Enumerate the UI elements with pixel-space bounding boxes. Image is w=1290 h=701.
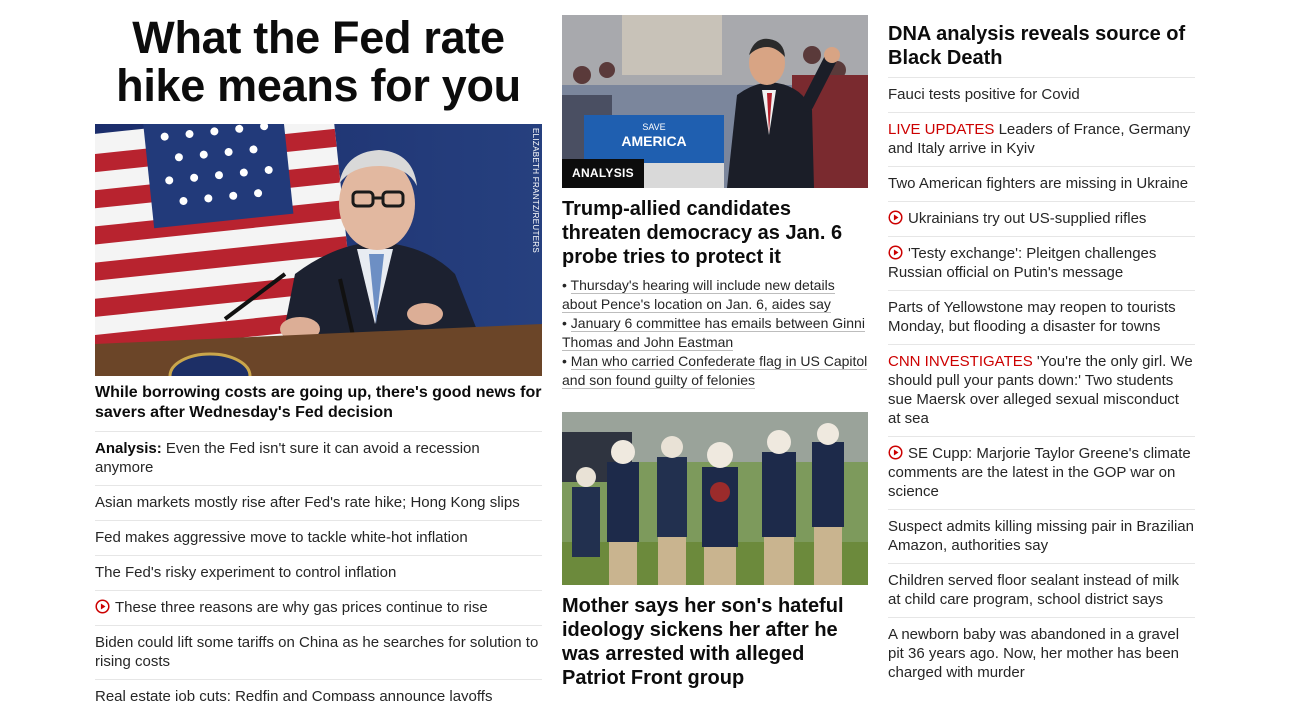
video-play-icon bbox=[888, 245, 903, 260]
hero-caption-link[interactable]: While borrowing costs are going up, ther… bbox=[95, 383, 542, 431]
list-item[interactable]: Suspect admits killing missing pair in B… bbox=[888, 509, 1195, 563]
analysis-prefix: Analysis: bbox=[95, 440, 162, 457]
list-item[interactable]: LIVE UPDATES Leaders of France, Germany … bbox=[888, 112, 1195, 166]
list-item[interactable]: Parts of Yellowstone may reopen to touri… bbox=[888, 290, 1195, 344]
related-bullets: • Thursday's hearing will include new de… bbox=[562, 276, 868, 390]
list-item[interactable]: A newborn baby was abandoned in a gravel… bbox=[888, 617, 1195, 690]
list-item[interactable]: These three reasons are why gas prices c… bbox=[95, 590, 542, 625]
list-item-text: A newborn baby was abandoned in a gravel… bbox=[888, 626, 1180, 681]
sign-text-america: AMERICA bbox=[621, 133, 686, 149]
list-item-text: Children served floor sealant instead of… bbox=[888, 572, 1179, 608]
photo-credit: ELIZABETH FRANTZ/REUTERS bbox=[531, 128, 540, 253]
live-updates-label: LIVE UPDATES bbox=[888, 121, 995, 138]
headlines-column: DNA analysis reveals source of Black Dea… bbox=[888, 0, 1195, 690]
list-item[interactable]: Children served floor sealant instead of… bbox=[888, 563, 1195, 617]
bullet-link[interactable]: Man who carried Confederate flag in US C… bbox=[562, 353, 868, 389]
list-item[interactable]: Fauci tests positive for Covid bbox=[888, 77, 1195, 112]
video-play-icon bbox=[95, 599, 110, 614]
list-item-text: These three reasons are why gas prices c… bbox=[115, 599, 488, 616]
sign-text-save: SAVE bbox=[642, 122, 665, 132]
fed-chair-illustration bbox=[95, 124, 542, 376]
top-story-headline[interactable]: What the Fed rate hike means for you bbox=[95, 14, 542, 110]
list-item[interactable]: 'Testy exchange': Pleitgen challenges Ru… bbox=[888, 236, 1195, 290]
list-item-text: Parts of Yellowstone may reopen to touri… bbox=[888, 299, 1176, 335]
top-story-column: What the Fed rate hike means for you ELI… bbox=[95, 0, 542, 701]
patriot-front-arrest-photo[interactable] bbox=[562, 412, 868, 585]
black-death-headline[interactable]: DNA analysis reveals source of Black Dea… bbox=[888, 22, 1195, 77]
arrest-illustration bbox=[562, 412, 868, 585]
list-item[interactable]: CNN INVESTIGATES 'You're the only girl. … bbox=[888, 344, 1195, 436]
bullet-item: • January 6 committee has emails between… bbox=[562, 315, 865, 351]
list-item-text: Fed makes aggressive move to tackle whit… bbox=[95, 529, 468, 546]
list-item[interactable]: Two American fighters are missing in Ukr… bbox=[888, 166, 1195, 201]
list-item[interactable]: Real estate job cuts: Redfin and Compass… bbox=[95, 679, 542, 701]
trump-allies-headline[interactable]: Trump-allied candidates threaten democra… bbox=[562, 197, 868, 269]
patriot-front-headline[interactable]: Mother says her son's hateful ideology s… bbox=[562, 594, 868, 690]
video-play-icon bbox=[888, 210, 903, 225]
list-item[interactable]: Analysis: Even the Fed isn't sure it can… bbox=[95, 431, 542, 485]
list-item-text: SE Cupp: Marjorie Taylor Greene's climat… bbox=[888, 445, 1191, 500]
list-item[interactable]: SE Cupp: Marjorie Taylor Greene's climat… bbox=[888, 436, 1195, 509]
list-item-text: The Fed's risky experiment to control in… bbox=[95, 564, 397, 581]
list-item-text: Fauci tests positive for Covid bbox=[888, 86, 1080, 103]
list-item[interactable]: Fed makes aggressive move to tackle whit… bbox=[95, 520, 542, 555]
list-item-text: Asian markets mostly rise after Fed's ra… bbox=[95, 494, 520, 511]
bullet-item: • Thursday's hearing will include new de… bbox=[562, 277, 835, 313]
list-item-text: 'Testy exchange': Pleitgen challenges Ru… bbox=[888, 245, 1157, 281]
cnn-investigates-label: CNN INVESTIGATES bbox=[888, 353, 1033, 370]
list-item[interactable]: Biden could lift some tariffs on China a… bbox=[95, 625, 542, 679]
list-item-text: Biden could lift some tariffs on China a… bbox=[95, 634, 539, 670]
list-item-text: Two American fighters are missing in Ukr… bbox=[888, 175, 1189, 192]
bullet-item: • Man who carried Confederate flag in US… bbox=[562, 353, 868, 389]
video-play-icon bbox=[888, 445, 903, 460]
fed-chair-photo[interactable]: ELIZABETH FRANTZ/REUTERS bbox=[95, 124, 542, 376]
list-item[interactable]: Asian markets mostly rise after Fed's ra… bbox=[95, 485, 542, 520]
related-stories-list: Analysis: Even the Fed isn't sure it can… bbox=[95, 431, 542, 701]
list-item[interactable]: The Fed's risky experiment to control in… bbox=[95, 555, 542, 590]
bullet-link[interactable]: January 6 committee has emails between G… bbox=[562, 315, 865, 351]
list-item-text: Ukrainians try out US-supplied rifles bbox=[908, 210, 1147, 227]
analysis-badge: ANALYSIS bbox=[562, 159, 644, 188]
secondary-stories-column: SAVE AMERICA ANALYSIS Trump-allied candi… bbox=[562, 0, 868, 690]
list-item[interactable]: Ukrainians try out US-supplied rifles bbox=[888, 201, 1195, 236]
bullet-link[interactable]: Thursday's hearing will include new deta… bbox=[562, 277, 835, 313]
trump-rally-photo[interactable]: SAVE AMERICA ANALYSIS bbox=[562, 15, 868, 188]
list-item-text: Suspect admits killing missing pair in B… bbox=[888, 518, 1194, 554]
list-item-text: Real estate job cuts: Redfin and Compass… bbox=[95, 688, 493, 701]
